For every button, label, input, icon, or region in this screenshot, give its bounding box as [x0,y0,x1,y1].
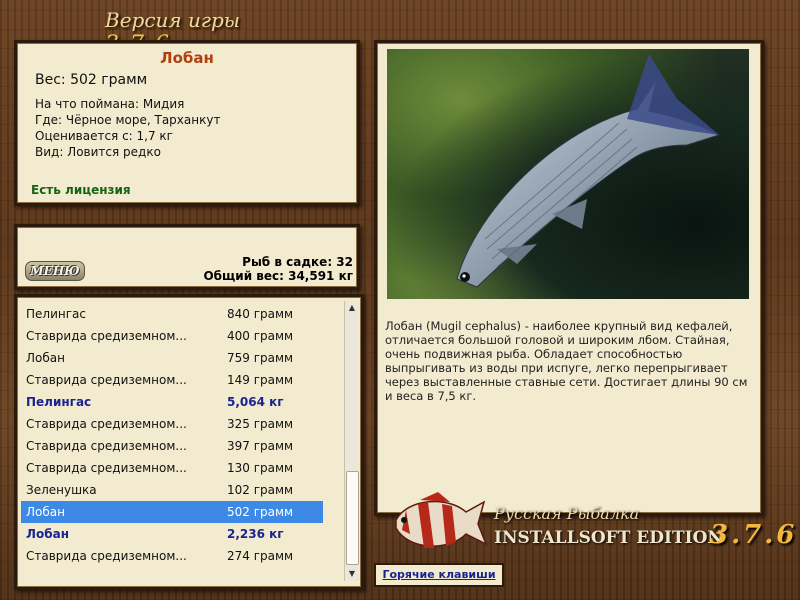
fish-description: Лобан (Mugil cephalus) - наиболее крупны… [385,319,748,403]
catch-row-fish-name: Ставрида средиземном... [26,439,187,453]
logo-version: 3.7.6 [710,520,798,550]
game-version-title: Версия игры 3.7.6 [105,8,295,57]
catch-list-row[interactable]: Зеленушка 102 грамм [21,479,323,501]
catch-row-fish-weight: 149 грамм [227,373,294,387]
catch-list-row[interactable]: Лобан 2,236 кг [21,523,323,545]
catch-list-row[interactable]: Лобан 502 грамм [21,501,323,523]
total-weight: Общий вес: 34,591 кг [203,269,353,283]
catch-list-row[interactable]: Ставрида средиземном... 400 грамм [21,325,323,347]
fish-illustration-icon [456,54,721,288]
catch-row-fish-name: Лобан [26,505,65,519]
catch-list: Пелингас 840 грамм Ставрида средиземном...… [14,294,364,590]
catch-row-fish-weight: 2,236 кг [227,527,284,541]
catch-row-fish-name: Ставрида средиземном... [26,329,187,343]
catch-list-row[interactable]: Ставрида средиземном... 274 грамм [21,545,323,567]
fish-name: Лобан [160,49,214,67]
keepnet-stats: Рыб в садке: 32 Общий вес: 34,591 кг [203,255,353,283]
catch-row-fish-weight: 759 грамм [227,351,294,365]
catch-row-fish-weight: 102 грамм [227,483,294,497]
catch-list-row[interactable]: Пелингас 5,064 кг [21,391,323,413]
title-prefix: Версия игры [105,8,241,32]
catch-list-row[interactable]: Лобан 759 грамм [21,347,323,369]
scroll-thumb[interactable] [346,471,359,565]
catch-row-fish-name: Пелингас [26,307,86,321]
caught-on: На что поймана: Мидия [35,97,185,111]
catch-row-fish-name: Ставрида средиземном... [26,373,187,387]
catch-row-fish-weight: 5,064 кг [227,395,284,409]
catch-row-fish-weight: 274 грамм [227,549,294,563]
scroll-down-arrow-icon[interactable]: ▼ [345,567,359,581]
hotkeys-button[interactable]: Горячие клавиши [374,563,504,587]
logo-line-1: Русская Рыбалка [494,504,640,523]
fish-photo [387,49,749,299]
catch-location: Где: Чёрное море, Тарханкут [35,113,221,127]
game-logo: Русская Рыбалка INSTALLSOFT EDITION 3.7.… [388,490,794,562]
menu-button[interactable]: МЕНЮ [25,261,85,281]
catch-row-fish-weight: 502 грамм [227,505,294,519]
catch-list-row[interactable]: Ставрида средиземном... 325 грамм [21,413,323,435]
fish-value: Оценивается с: 1,7 кг [35,129,173,143]
catch-row-fish-name: Ставрида средиземном... [26,417,187,431]
fish-kind: Вид: Ловится редко [35,145,161,159]
fish-count: Рыб в садке: 32 [242,255,353,269]
catch-row-fish-name: Пелингас [26,395,92,409]
catch-list-rows: Пелингас 840 грамм Ставрида средиземном...… [21,303,323,567]
fish-details: На что поймана: Мидия Где: Чёрное море, … [35,96,357,160]
logo-fish-icon [395,492,488,548]
catch-row-fish-name: Ставрида средиземном... [26,461,187,475]
keepnet-stats-panel: МЕНЮ Рыб в садке: 32 Общий вес: 34,591 к… [14,224,360,290]
catch-list-row[interactable]: Ставрида средиземном... 149 грамм [21,369,323,391]
logo-line-2: INSTALLSOFT EDITION [494,528,723,548]
catch-row-fish-weight: 400 грамм [227,329,294,343]
catch-row-fish-weight: 397 грамм [227,439,294,453]
catch-list-row[interactable]: Ставрида средиземном... 397 грамм [21,435,323,457]
catch-row-fish-name: Лобан [26,527,69,541]
catch-list-row[interactable]: Пелингас 840 грамм [21,303,323,325]
catch-row-fish-name: Ставрида средиземном... [26,549,187,563]
catch-row-fish-name: Лобан [26,351,65,365]
catch-list-scrollbar[interactable]: ▲ ▼ [344,301,359,581]
catch-row-fish-weight: 325 грамм [227,417,294,431]
catch-list-row[interactable]: Ставрида средиземном... 130 грамм [21,457,323,479]
scroll-up-arrow-icon[interactable]: ▲ [345,301,359,315]
fish-info-panel: Лобан Вес: 502 грамм На что поймана: Мид… [14,40,360,206]
license-status: Есть лицензия [31,183,131,197]
catch-row-fish-weight: 130 грамм [227,461,294,475]
fish-weight: Вес: 502 грамм [35,72,148,88]
catch-row-fish-weight: 840 грамм [227,307,294,321]
catch-row-fish-name: Зеленушка [26,483,97,497]
fish-photo-panel: Лобан (Mugil cephalus) - наиболее крупны… [374,40,764,516]
